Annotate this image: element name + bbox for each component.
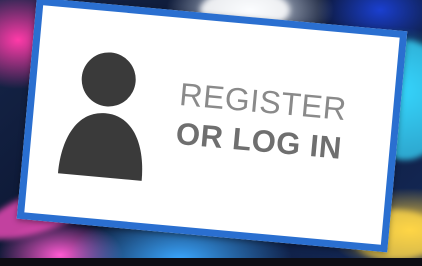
bottom-strip: [0, 258, 422, 266]
register-login-card[interactable]: REGISTER OR LOG IN: [16, 0, 408, 253]
register-login-text[interactable]: REGISTER OR LOG IN: [174, 76, 380, 170]
user-silhouette-icon: [57, 52, 143, 181]
card-panel[interactable]: REGISTER OR LOG IN: [16, 0, 408, 253]
